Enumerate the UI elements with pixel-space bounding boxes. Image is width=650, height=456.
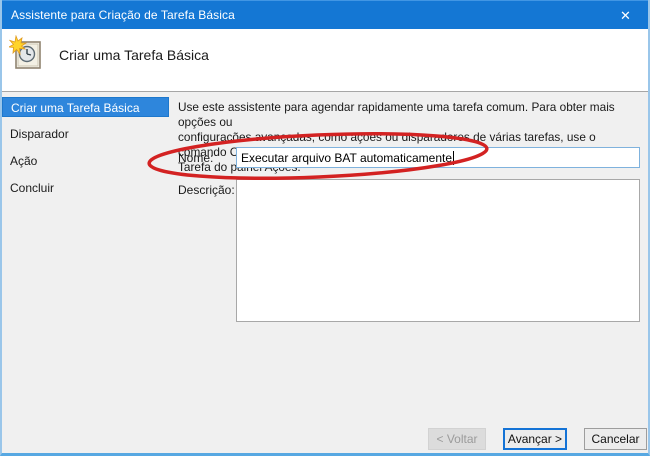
close-button[interactable]: ✕ — [603, 1, 648, 30]
wizard-steps-sidebar: Criar uma Tarefa Básica Disparador Ação … — [2, 97, 172, 205]
next-button[interactable]: Avançar > — [503, 428, 567, 450]
window-title: Assistente para Criação de Tarefa Básica — [2, 8, 235, 22]
description-label: Descrição: — [178, 183, 235, 197]
text-cursor — [453, 151, 454, 165]
close-icon: ✕ — [620, 8, 631, 24]
sidebar-item-acao[interactable]: Ação — [2, 151, 172, 171]
wizard-window: Assistente para Criação de Tarefa Básica… — [0, 0, 650, 456]
page-title: Criar uma Tarefa Básica — [59, 47, 209, 63]
title-bar: Assistente para Criação de Tarefa Básica… — [2, 0, 648, 29]
name-input-value: Executar arquivo BAT automaticamente — [241, 151, 452, 165]
name-label: Nome: — [178, 151, 213, 165]
sidebar-item-concluir[interactable]: Concluir — [2, 178, 172, 198]
sidebar-item-disparador[interactable]: Disparador — [2, 124, 172, 144]
description-input[interactable] — [236, 179, 640, 322]
task-scheduler-new-task-icon — [9, 35, 43, 80]
wizard-header: Criar uma Tarefa Básica — [2, 29, 648, 92]
name-input[interactable]: Executar arquivo BAT automaticamente — [236, 147, 640, 168]
sidebar-item-criar-tarefa-basica[interactable]: Criar uma Tarefa Básica — [2, 97, 169, 117]
back-button: < Voltar — [428, 428, 486, 450]
cancel-button[interactable]: Cancelar — [584, 428, 647, 450]
intro-line: Use este assistente para agendar rapidam… — [178, 100, 644, 130]
